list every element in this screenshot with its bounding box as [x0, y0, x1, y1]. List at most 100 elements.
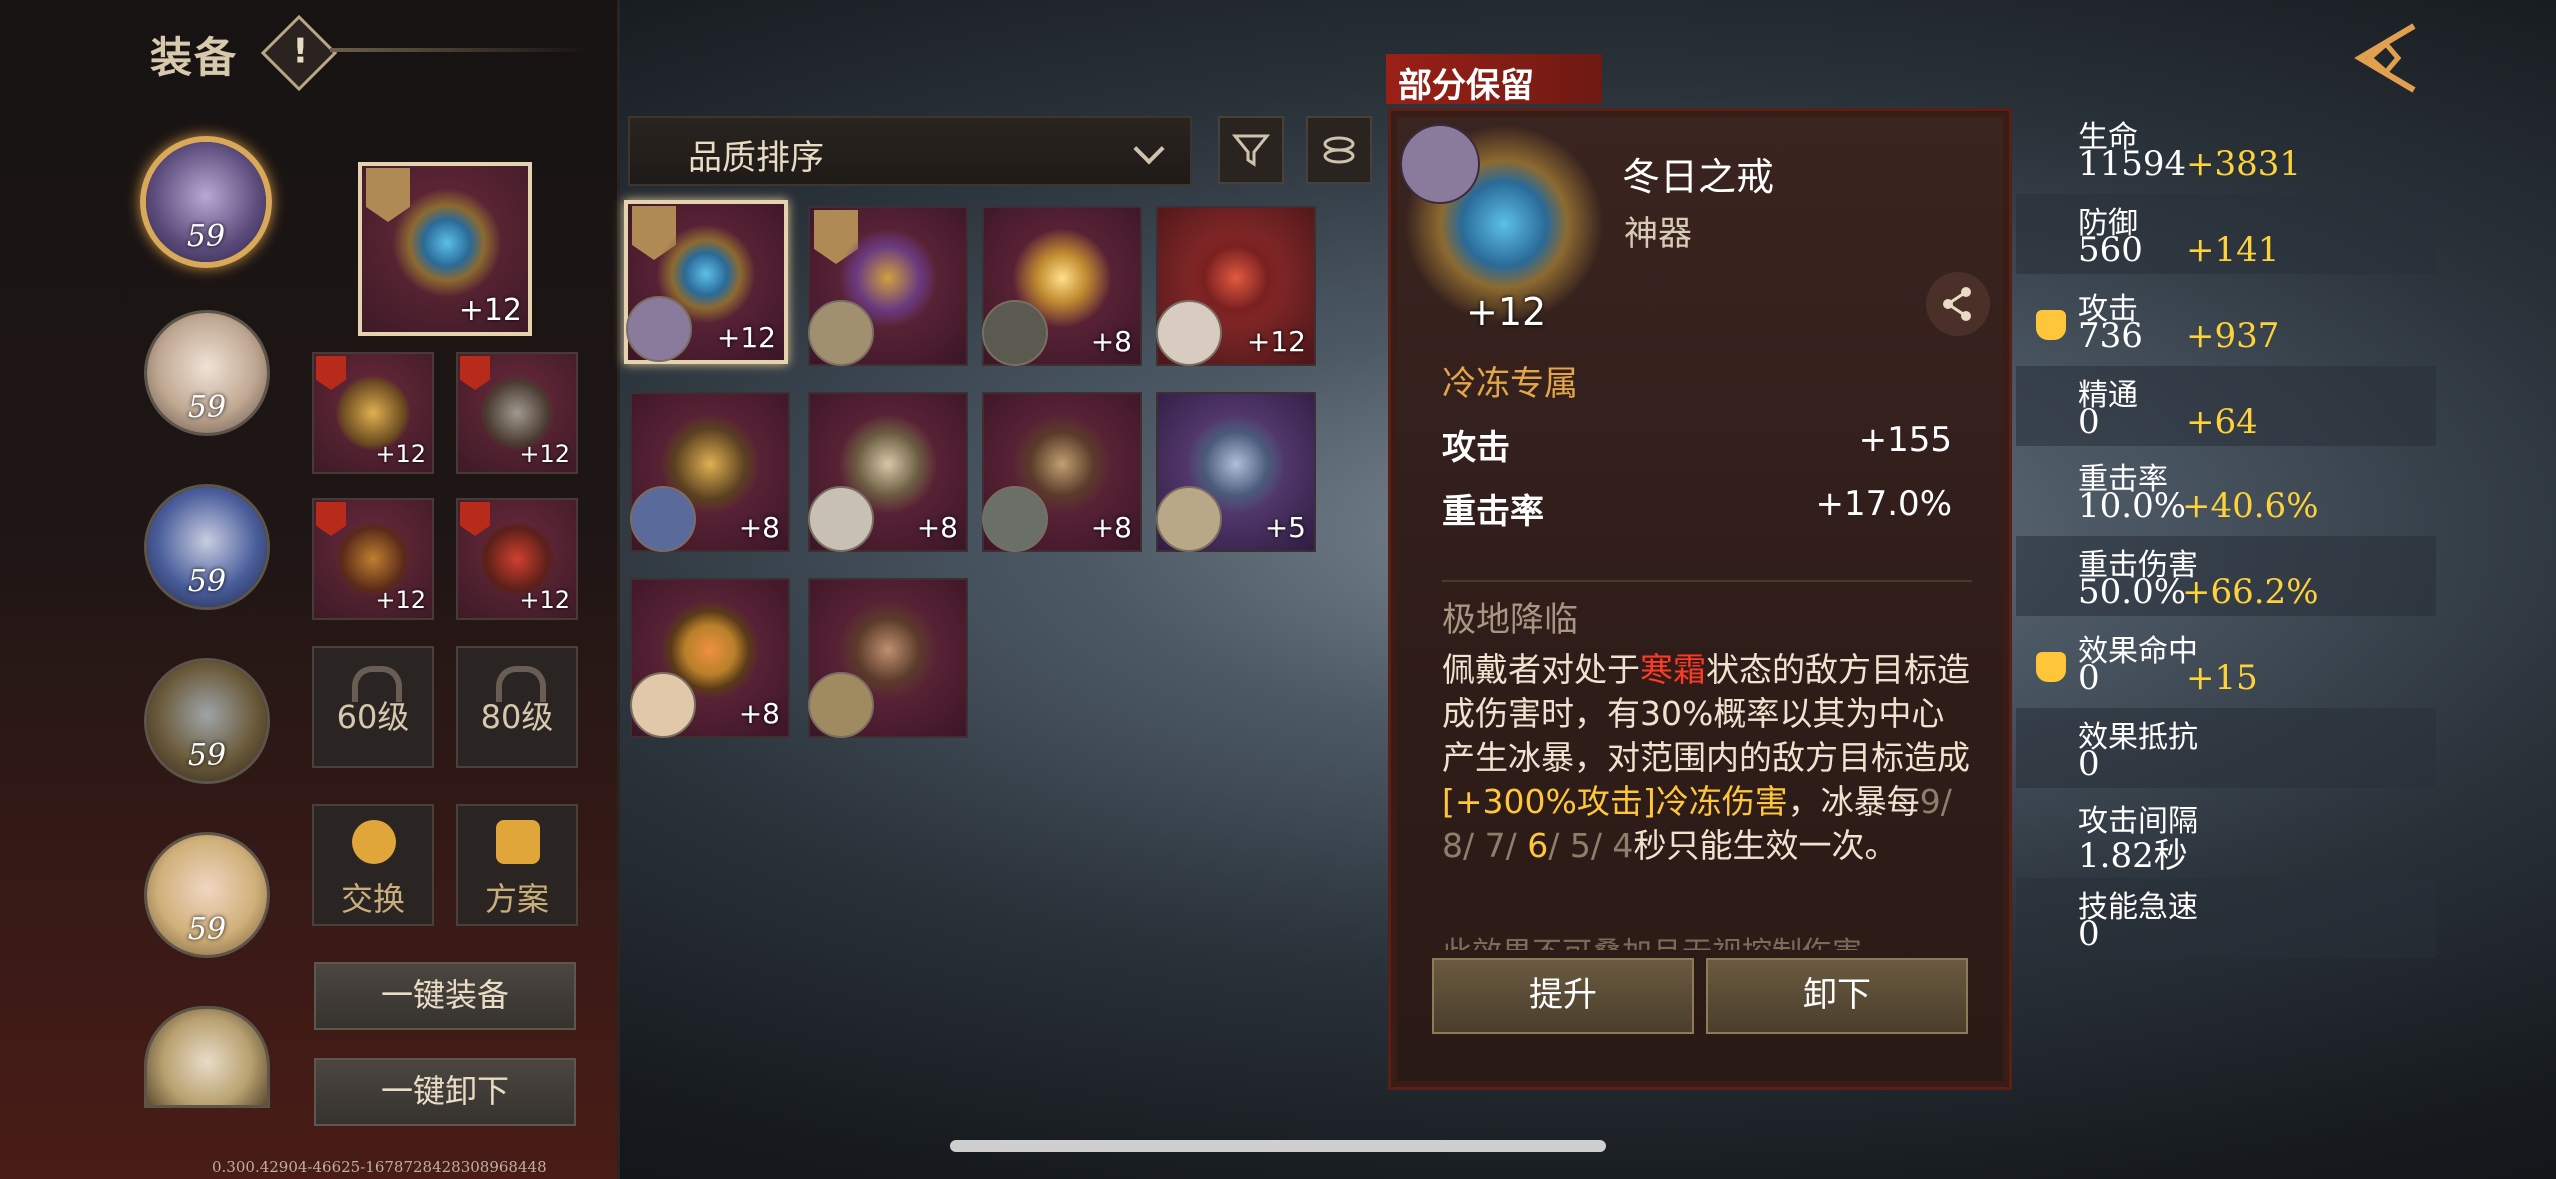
swap-icon [352, 820, 396, 864]
equipped-artifact-slot[interactable]: +12 [358, 162, 532, 336]
inventory-item[interactable]: +8 [982, 392, 1142, 552]
stat-label: 攻击 [1442, 428, 1510, 468]
equip-slot-gloves[interactable]: +12 [456, 498, 578, 620]
share-button[interactable] [1926, 272, 1990, 336]
item-level: +12 [716, 321, 776, 354]
chevron-down-icon [1133, 133, 1165, 165]
sort-dropdown[interactable]: 品质排序 [628, 116, 1192, 186]
inventory-item[interactable]: +12 [1156, 206, 1316, 366]
owner-avatar [1156, 300, 1222, 366]
thumbs-up-icon [2036, 652, 2066, 682]
item-level: +8 [1090, 325, 1132, 358]
filter-button[interactable] [1218, 116, 1284, 184]
partial-keep-label: 部分保留 [1398, 66, 1534, 106]
equip-slot-armor[interactable]: +12 [312, 498, 434, 620]
inventory-item[interactable]: +5 [1156, 392, 1316, 552]
hero-level: 59 [187, 738, 227, 773]
share-icon [1943, 287, 1971, 321]
sort-label: 品质排序 [688, 138, 824, 178]
locked-slot-80: 80级 [456, 646, 578, 768]
inventory-item[interactable]: +8 [630, 392, 790, 552]
skill-description-overflow: 此效果不可叠加且无视控制伤害 [1442, 928, 1862, 950]
upgrade-label: 提升 [1529, 975, 1597, 1015]
item-level: +5 [1264, 511, 1306, 544]
slot-tag-icon [460, 502, 490, 536]
inventory-item[interactable]: +8 [630, 578, 790, 738]
unequip-label: 卸下 [1803, 975, 1871, 1015]
equip-slot-helmet[interactable]: +12 [312, 352, 434, 474]
hero-portrait[interactable]: 59 [144, 484, 270, 610]
inventory-item[interactable] [808, 206, 968, 366]
item-level: +8 [738, 511, 780, 544]
stat-row: 攻击 736 +937 [2016, 280, 2436, 360]
upgrade-button[interactable]: 提升 [1432, 958, 1694, 1034]
armor-icon [336, 522, 410, 596]
ring-category-icon [1323, 136, 1355, 164]
unequip-button[interactable]: 卸下 [1706, 958, 1968, 1034]
stat-row: 重击率 10.0% +40.6% [2078, 462, 2319, 526]
item-type: 神器 [1624, 214, 1692, 254]
owner-avatar [630, 672, 696, 738]
item-level: +8 [1090, 511, 1132, 544]
exclusive-label: 冷冻专属 [1442, 364, 1578, 404]
unequip-all-label: 一键卸下 [380, 1072, 509, 1110]
locked-slot-60: 60级 [312, 646, 434, 768]
lock-level-label: 60级 [336, 698, 410, 736]
stat-row: 效果抵抗 0 [2016, 708, 2436, 788]
thumbs-up-icon [2036, 310, 2066, 340]
item-level: +12 [375, 586, 426, 614]
stat-row: 重击伤害 50.0% +66.2% [2016, 536, 2436, 616]
slot-tag-icon [460, 356, 490, 390]
hero-portrait[interactable]: 59 [144, 832, 270, 958]
title-ornament [330, 48, 590, 52]
equip-all-label: 一键装备 [380, 976, 509, 1014]
item-level: +12 [1246, 325, 1306, 358]
unequip-all-button[interactable]: 一键卸下 [314, 1058, 576, 1126]
preset-button[interactable]: 方案 [456, 804, 578, 926]
page-title: 装备 [150, 33, 239, 82]
ring-filter-button[interactable] [1306, 116, 1372, 184]
axe-icon [480, 376, 554, 450]
slot-tag-icon [316, 356, 346, 390]
owner-avatar [626, 296, 692, 362]
item-level: +8 [738, 697, 780, 730]
stat-row: 攻击间隔 1.82秒 [2078, 804, 2198, 876]
inventory-item[interactable] [808, 578, 968, 738]
preset-label: 方案 [484, 880, 549, 918]
hero-portrait[interactable]: 59 [144, 658, 270, 784]
owner-avatar [982, 300, 1048, 366]
swap-button[interactable]: 交换 [312, 804, 434, 926]
owner-avatar [982, 486, 1048, 552]
item-level: +12 [1466, 290, 1547, 334]
back-arrow-icon [2354, 23, 2416, 93]
lock-level-label: 80级 [480, 698, 554, 736]
info-icon: ! [292, 31, 309, 72]
inventory-item[interactable]: +12 [624, 200, 788, 364]
stat-row: 效果命中 0 +15 [2016, 622, 2436, 702]
stat-row: 技能急速 0 [2016, 878, 2436, 958]
owner-avatar [1156, 486, 1222, 552]
owner-avatar [808, 672, 874, 738]
stat-row: 防御 560 +141 [2016, 194, 2436, 274]
gear-icon [496, 820, 540, 864]
skill-title: 极地降临 [1442, 600, 1578, 640]
inventory-item[interactable]: +8 [808, 392, 968, 552]
version-text: 0.300.42904-46625-1678728428308968448 [212, 1158, 547, 1176]
gauntlet-icon [480, 522, 554, 596]
swap-label: 交换 [340, 880, 405, 918]
divider [1442, 580, 1972, 582]
helmet-icon [336, 376, 410, 450]
back-button[interactable] [2340, 16, 2424, 100]
inventory-item[interactable]: +8 [982, 206, 1142, 366]
equip-all-button[interactable]: 一键装备 [314, 962, 576, 1030]
hero-level: 59 [187, 564, 227, 599]
equip-slot-weapon[interactable]: +12 [456, 352, 578, 474]
hero-portrait[interactable]: 59 [140, 136, 272, 268]
item-level: +12 [458, 293, 522, 328]
hero-level: 59 [186, 219, 226, 254]
hero-portrait[interactable] [144, 1006, 270, 1108]
partial-keep-tag[interactable]: 部分保留 [1386, 54, 1602, 106]
hero-portrait[interactable]: 59 [144, 310, 270, 436]
owner-avatar [1400, 124, 1480, 204]
skill-description: 佩戴者对处于寒霜状态的敌方目标造成伤害时，有30%概率以其为中心产生冰暴，对范围… [1442, 650, 1970, 865]
